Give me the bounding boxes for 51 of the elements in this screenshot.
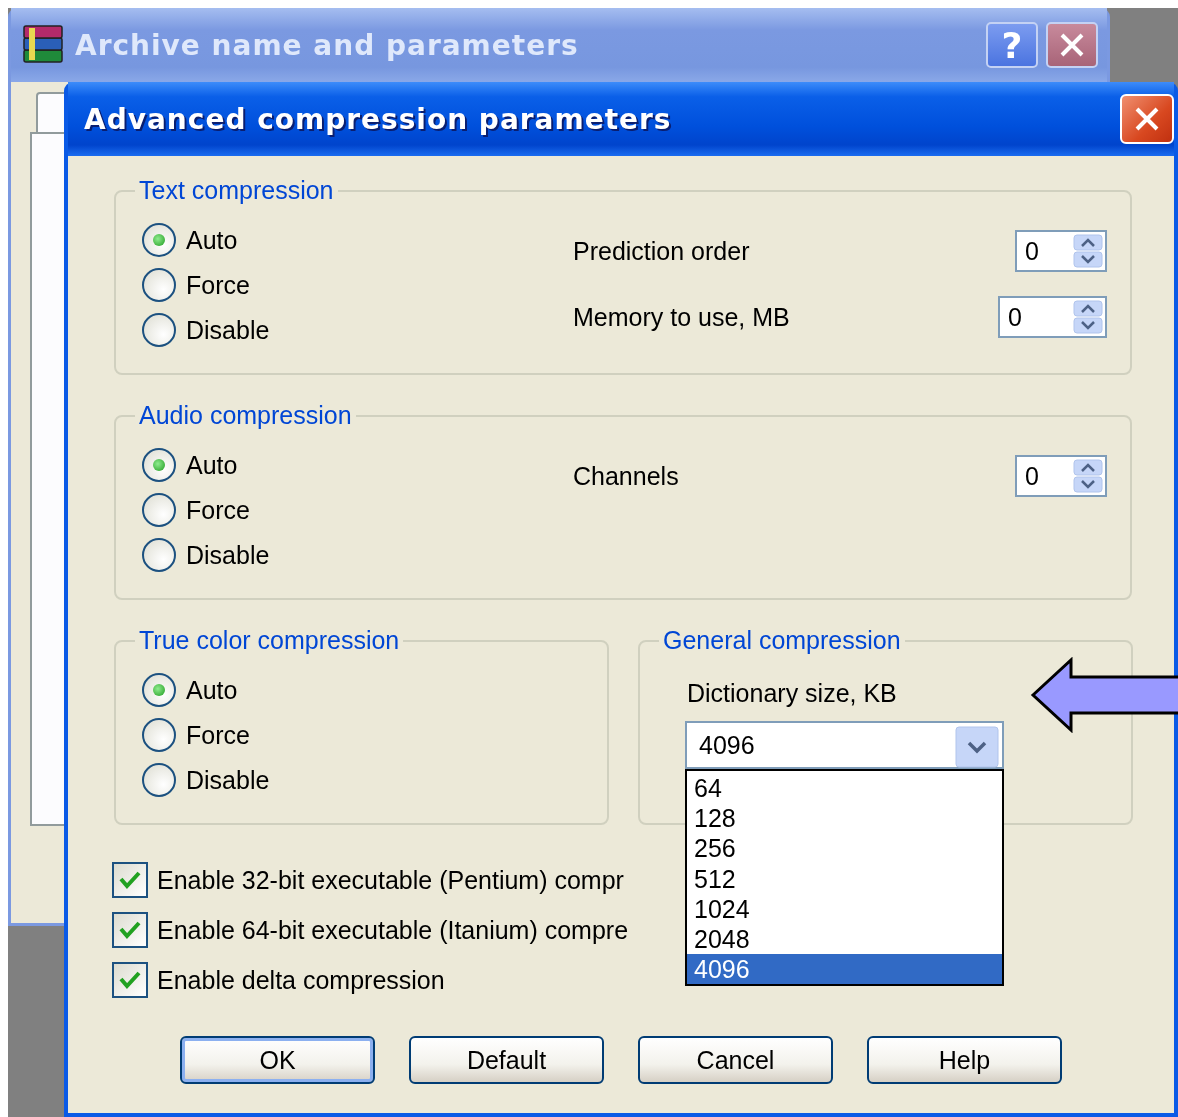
list-option[interactable]: 4096 (687, 954, 1002, 985)
field-label: Channels (573, 461, 679, 491)
check-icon (119, 870, 141, 890)
radio-button[interactable] (142, 763, 176, 797)
radio-label: Disable (186, 315, 270, 345)
radio-button[interactable] (142, 313, 176, 347)
checkbox-label: Enable 64-bit executable (Itanium) compre (157, 915, 629, 945)
list-option[interactable]: 256 (687, 833, 1002, 864)
radio-button[interactable] (142, 268, 176, 302)
window-title: Advanced compression parameters (84, 102, 673, 136)
dialog-button[interactable]: Cancel (638, 1036, 833, 1084)
check-icon (119, 970, 141, 990)
group-title: Text compression (135, 177, 338, 203)
checkbox-label: Enable delta compression (157, 965, 445, 995)
radio-label: Force (186, 270, 250, 300)
radio-button[interactable] (142, 673, 176, 707)
list-option[interactable]: 512 (687, 863, 1002, 894)
radio-button[interactable] (142, 493, 176, 527)
radio-label: Auto (186, 225, 238, 255)
radio-label: Force (186, 495, 250, 525)
close-icon (1059, 32, 1085, 58)
close-icon (1133, 105, 1161, 133)
radio-button[interactable] (142, 223, 176, 257)
radio-label: Auto (186, 675, 238, 705)
field-label: Prediction order (573, 236, 750, 266)
checkbox[interactable] (112, 962, 148, 998)
check-icon (119, 920, 141, 940)
field-label: Dictionary size, KB (687, 678, 898, 708)
checkbox-label: Enable 32-bit executable (Pentium) compr (157, 865, 624, 895)
dialog-button[interactable]: Default (409, 1036, 604, 1084)
dialog-button[interactable]: OK (180, 1036, 375, 1084)
group-title: General compression (659, 627, 905, 653)
radio-label: Disable (186, 540, 270, 570)
field-label: Memory to use, MB (573, 302, 790, 332)
radio-button[interactable] (142, 538, 176, 572)
radio-button[interactable] (142, 718, 176, 752)
list-option[interactable]: 2048 (687, 923, 1002, 955)
radio-label: Disable (186, 765, 270, 795)
window-title: Archive name and parameters (75, 28, 580, 62)
group-title: Audio compression (135, 402, 356, 428)
list-option[interactable]: 1024 (687, 893, 1002, 924)
radio-label: Force (186, 720, 250, 750)
radio-button[interactable] (142, 448, 176, 482)
close-button[interactable] (1046, 22, 1098, 68)
dialog-button[interactable]: Help (867, 1036, 1062, 1084)
list-option[interactable]: 64 (687, 773, 1002, 804)
group-title: True color compression (135, 627, 404, 653)
checkbox[interactable] (112, 912, 148, 948)
radio-label: Auto (186, 450, 238, 480)
list-option[interactable]: 128 (687, 803, 1002, 834)
checkbox[interactable] (112, 862, 148, 898)
